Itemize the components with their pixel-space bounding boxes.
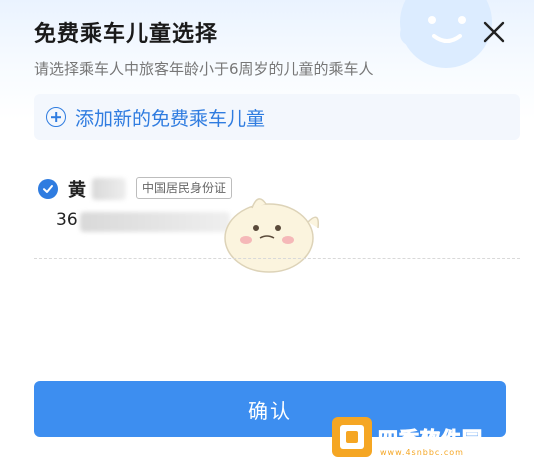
mascot-icon: [224, 198, 320, 273]
id-redaction: [80, 212, 230, 232]
checkmark-icon[interactable]: [38, 179, 58, 199]
plus-circle-icon: [46, 107, 66, 127]
dialog-subtitle: 请选择乘车人中旅客年龄小于6周岁的儿童的乘车人: [34, 60, 374, 78]
watermark-url: www.4snbbc.com: [380, 448, 464, 457]
add-child-label: 添加新的免费乘车儿童: [75, 107, 266, 130]
divider: [34, 258, 520, 259]
watermark-logo-icon: [332, 417, 372, 457]
add-child-button[interactable]: 添加新的免费乘车儿童: [34, 94, 520, 140]
passenger-id-number: 36: [56, 210, 78, 230]
name-redaction: [92, 178, 126, 200]
passenger-name: 黄: [68, 180, 86, 201]
close-icon: [483, 21, 505, 43]
confirm-label: 确认: [248, 398, 292, 423]
watermark-logo: 四季软件园 www.4snbbc.com: [330, 412, 526, 462]
dialog-title: 免费乘车儿童选择: [34, 22, 219, 47]
close-button[interactable]: [476, 14, 512, 50]
